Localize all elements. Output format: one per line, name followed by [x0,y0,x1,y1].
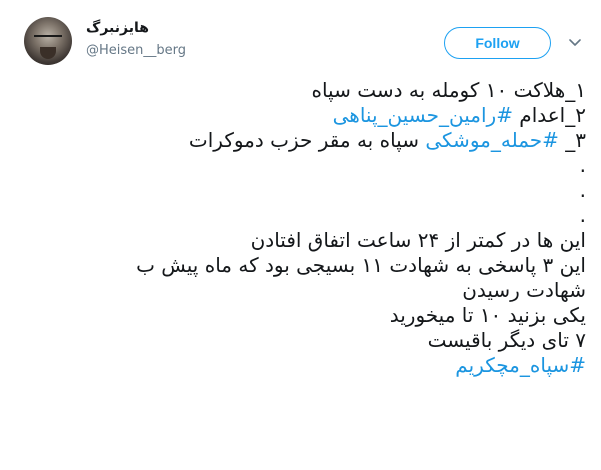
tweet-line: یکی بزنید ۱۰ تا میخورید [30,303,586,328]
tweet-line: ۳_ #حمله_موشکی سپاه به مقر حزب دموکرات [30,128,586,153]
line-text: یکی بزنید ۱۰ تا میخورید [389,303,586,327]
tweet-line: ۱_هلاکت ۱۰ کومله به دست سپاه [30,78,586,103]
tweet-line: #سپاه_مچکریم [30,353,586,378]
line-text: ۳_ [558,128,586,152]
tweet-line: این ۳ پاسخی به شهادت ۱۱ بسیجی بود که ماه… [30,253,586,278]
line-text: . [579,203,586,227]
line-text: شهادت رسیدن [462,278,586,302]
line-text: ۱_هلاکت ۱۰ کومله به دست سپاه [311,78,586,102]
line-text: ۲_اعدام [512,103,586,127]
line-text: این ۳ پاسخی به شهادت ۱۱ بسیجی بود که ماه… [136,253,586,277]
tweet-line: ۷ تای دیگر باقیست [30,328,586,353]
avatar[interactable] [24,17,72,65]
line-text: این ها در کمتر از ۲۴ ساعت اتفاق افتادن [250,228,586,252]
follow-button[interactable]: Follow [444,27,551,59]
tweet-line: شهادت رسیدن [30,278,586,303]
line-text: . [579,178,586,202]
user-handle[interactable]: @Heisen__berg [86,43,186,58]
tweet-line: این ها در کمتر از ۲۴ ساعت اتفاق افتادن [30,228,586,253]
avatar-glasses [34,35,62,43]
line-text: ۷ تای دیگر باقیست [427,328,586,352]
tweet-line: . [30,178,586,203]
hashtag-link[interactable]: #رامین_حسین_پناهی [333,103,513,127]
display-name[interactable]: هایزنبرگ [86,20,149,36]
tweet-header: هایزنبرگ @Heisen__berg Follow [0,0,601,72]
hashtag-link[interactable]: #سپاه_مچکریم [455,353,586,377]
hashtag-link[interactable]: #حمله_موشکی [425,128,559,152]
chevron-down-icon[interactable] [566,34,584,52]
tweet-line: . [30,203,586,228]
tweet-line: ۲_اعدام #رامین_حسین_پناهی [30,103,586,128]
line-text: سپاه به مقر حزب دموکرات [188,128,426,152]
line-text: . [579,153,586,177]
tweet-line: . [30,153,586,178]
tweet-text: ۱_هلاکت ۱۰ کومله به دست سپاه ۲_اعدام #را… [30,78,586,378]
avatar-beard [40,47,56,59]
